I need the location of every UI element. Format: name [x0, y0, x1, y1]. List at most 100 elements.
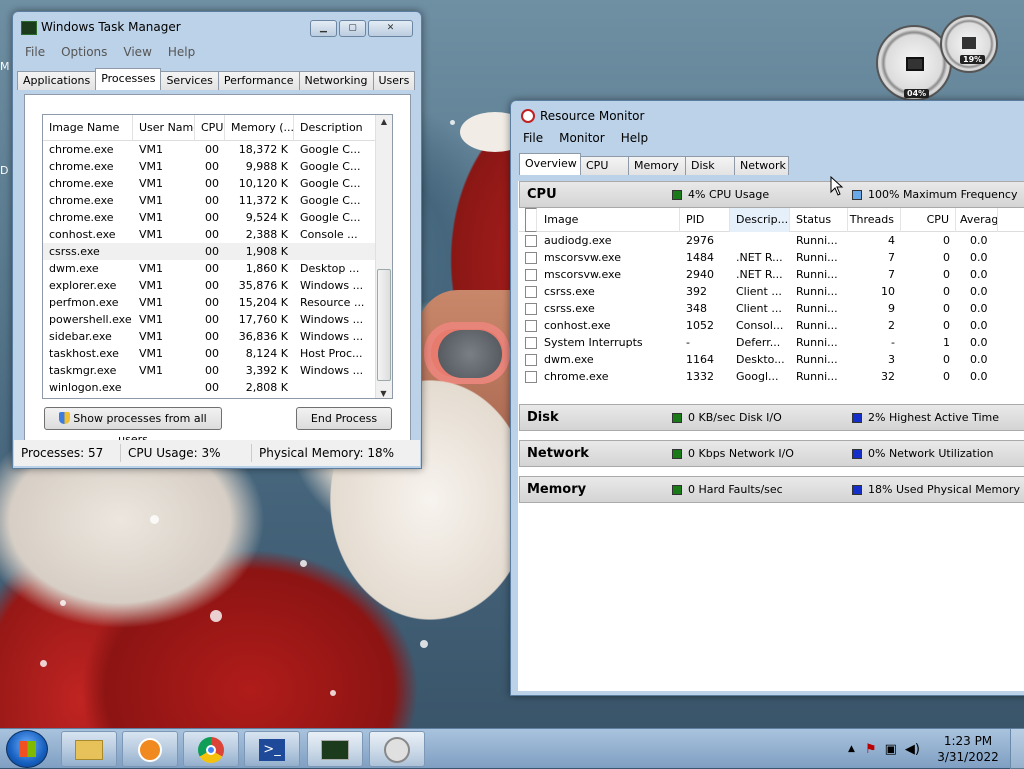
table-row[interactable]: sidebar.exe VM1 00 36,836 K Windows ...	[43, 328, 392, 345]
cpu-section-header[interactable]: CPU 4% CPU Usage 100% Maximum Frequency	[519, 181, 1024, 208]
column-memory[interactable]: Memory (...	[225, 115, 294, 141]
tab-processes[interactable]: Processes	[95, 68, 162, 90]
table-row[interactable]: csrss.exe 392 Client ... Runni... 10 0 0.0	[519, 283, 1024, 300]
tab-cpu[interactable]: CPU	[580, 156, 629, 175]
show-hidden-icons-icon[interactable]: ▲	[848, 744, 855, 754]
taskbar-powershell-button[interactable]: >_	[244, 731, 300, 767]
cpu-process-table[interactable]: Image PID Descrip... Status Threads CPU …	[519, 208, 1024, 398]
task-manager-titlebar[interactable]: Windows Task Manager ▁ ▢ ✕	[13, 12, 421, 42]
network-section-header[interactable]: Network 0 Kbps Network I/O 0% Network Ut…	[519, 440, 1024, 467]
table-row[interactable]: chrome.exe VM1 00 9,988 K Google C...	[43, 158, 392, 175]
tab-memory[interactable]: Memory	[628, 156, 686, 175]
taskbar-task-manager-button[interactable]	[307, 731, 363, 767]
memory-meter-gadget[interactable]: 19%	[940, 15, 998, 73]
row-checkbox[interactable]	[525, 285, 537, 298]
menu-file[interactable]: File	[17, 45, 53, 59]
scrollbar-thumb[interactable]	[377, 269, 391, 381]
column-status[interactable]: Status	[790, 208, 848, 232]
maximize-button[interactable]: ▢	[339, 20, 366, 37]
resource-monitor-window[interactable]: Resource Monitor File Monitor Help Overv…	[510, 100, 1024, 696]
clock[interactable]: 1:23 PM 3/31/2022	[926, 733, 1010, 765]
taskbar-resource-monitor-button[interactable]	[369, 731, 425, 767]
column-average[interactable]: Averag	[956, 208, 998, 232]
column-user-name[interactable]: User Name	[133, 115, 195, 141]
column-pid[interactable]: PID	[680, 208, 730, 232]
row-checkbox[interactable]	[525, 370, 537, 383]
tab-network[interactable]: Network	[734, 156, 789, 175]
table-row[interactable]: winlogon.exe 00 2,808 K	[43, 379, 392, 396]
memory-section-header[interactable]: Memory 0 Hard Faults/sec 18% Used Physic…	[519, 476, 1024, 503]
select-all-checkbox[interactable]	[525, 208, 537, 232]
column-image-name[interactable]: Image Name	[43, 115, 133, 141]
table-row[interactable]: taskhost.exe VM1 00 8,124 K Host Proc...	[43, 345, 392, 362]
menu-help[interactable]: Help	[613, 131, 656, 145]
start-button[interactable]	[6, 730, 48, 768]
tab-applications[interactable]: Applications	[17, 71, 97, 90]
close-button[interactable]: ✕	[368, 20, 413, 37]
show-all-processes-button[interactable]: Show processes from all users	[44, 407, 222, 446]
table-row[interactable]: csrss.exe 00 1,908 K	[43, 243, 392, 260]
row-checkbox[interactable]	[525, 353, 537, 366]
column-cpu[interactable]: CPU	[195, 115, 225, 141]
tab-overview[interactable]: Overview	[519, 153, 581, 175]
row-checkbox[interactable]	[525, 251, 537, 264]
column-description[interactable]: Descrip...	[730, 208, 790, 232]
menu-help[interactable]: Help	[160, 45, 203, 59]
show-desktop-button[interactable]	[1010, 729, 1024, 769]
process-list-scrollbar[interactable]: ▲ ▼	[375, 115, 392, 398]
disk-section-header[interactable]: Disk 0 KB/sec Disk I/O 2% Highest Active…	[519, 404, 1024, 431]
table-row[interactable]: chrome.exe VM1 00 9,524 K Google C...	[43, 209, 392, 226]
taskbar-chrome-button[interactable]	[183, 731, 239, 767]
table-row[interactable]: explorer.exe VM1 00 35,876 K Windows ...	[43, 277, 392, 294]
menu-view[interactable]: View	[115, 45, 159, 59]
column-cpu[interactable]: CPU	[901, 208, 956, 232]
table-row[interactable]: conhost.exe VM1 00 2,388 K Console ...	[43, 226, 392, 243]
table-row[interactable]: powershell.exe VM1 00 17,760 K Windows ...	[43, 311, 392, 328]
table-row[interactable]: audiodg.exe 2976 Runni... 4 0 0.0	[519, 232, 1024, 249]
desktop-icon-label[interactable]: M	[0, 60, 10, 73]
row-checkbox[interactable]	[525, 234, 537, 247]
tab-performance[interactable]: Performance	[217, 71, 300, 90]
tab-networking[interactable]: Networking	[298, 71, 374, 90]
task-manager-window[interactable]: Windows Task Manager ▁ ▢ ✕ File Options …	[12, 11, 422, 469]
row-checkbox[interactable]	[525, 319, 537, 332]
table-row[interactable]: chrome.exe VM1 00 18,372 K Google C...	[43, 141, 392, 158]
resource-monitor-titlebar[interactable]: Resource Monitor	[511, 101, 1024, 127]
scroll-up-arrow-icon[interactable]: ▲	[376, 117, 392, 126]
table-row[interactable]: chrome.exe VM1 00 11,372 K Google C...	[43, 192, 392, 209]
menu-options[interactable]: Options	[53, 45, 115, 59]
table-row[interactable]: dwm.exe 1164 Deskto... Runni... 3 0 0.0	[519, 351, 1024, 368]
row-checkbox[interactable]	[525, 302, 537, 315]
column-description[interactable]: Description	[294, 115, 376, 141]
scroll-down-arrow-icon[interactable]: ▼	[376, 389, 391, 398]
end-process-button[interactable]: End Process	[296, 407, 392, 430]
process-list[interactable]: Image Name User Name CPU Memory (... Des…	[42, 114, 393, 399]
row-checkbox[interactable]	[525, 268, 537, 281]
table-row[interactable]: taskmgr.exe VM1 00 3,392 K Windows ...	[43, 362, 392, 379]
menu-monitor[interactable]: Monitor	[551, 131, 613, 145]
table-row[interactable]: mscorsvw.exe 1484 .NET R... Runni... 7 0 0.0	[519, 249, 1024, 266]
taskbar-explorer-button[interactable]	[61, 731, 117, 767]
table-row[interactable]: mscorsvw.exe 2940 .NET R... Runni... 7 0 0.0	[519, 266, 1024, 283]
minimize-button[interactable]: ▁	[310, 20, 337, 37]
network-icon[interactable]: ▣	[885, 742, 897, 757]
column-image[interactable]: Image	[544, 208, 578, 232]
row-checkbox[interactable]	[525, 336, 537, 349]
desktop-icon-label[interactable]: D	[0, 164, 8, 177]
table-row[interactable]: System Interrupts - Deferr... Runni... - 1 0.0	[519, 334, 1024, 351]
table-row[interactable]: chrome.exe VM1 00 10,120 K Google C...	[43, 175, 392, 192]
table-cell: 1	[943, 336, 950, 349]
table-row[interactable]: perfmon.exe VM1 00 15,204 K Resource ...	[43, 294, 392, 311]
table-row[interactable]: csrss.exe 348 Client ... Runni... 9 0 0.0	[519, 300, 1024, 317]
menu-file[interactable]: File	[515, 131, 551, 145]
table-row[interactable]: dwm.exe VM1 00 1,860 K Desktop ...	[43, 260, 392, 277]
table-row[interactable]: chrome.exe 1332 Googl... Runni... 32 0 0.0	[519, 368, 1024, 385]
table-row[interactable]: conhost.exe 1052 Consol... Runni... 2 0 0.0	[519, 317, 1024, 334]
volume-icon[interactable]: ◀)	[905, 742, 920, 757]
tab-disk[interactable]: Disk	[685, 156, 735, 175]
column-threads[interactable]: Threads	[848, 208, 901, 232]
taskbar-media-player-button[interactable]	[122, 731, 178, 767]
tab-services[interactable]: Services	[160, 71, 219, 90]
tab-users[interactable]: Users	[372, 71, 416, 90]
action-center-icon[interactable]: ⚑	[865, 742, 877, 757]
